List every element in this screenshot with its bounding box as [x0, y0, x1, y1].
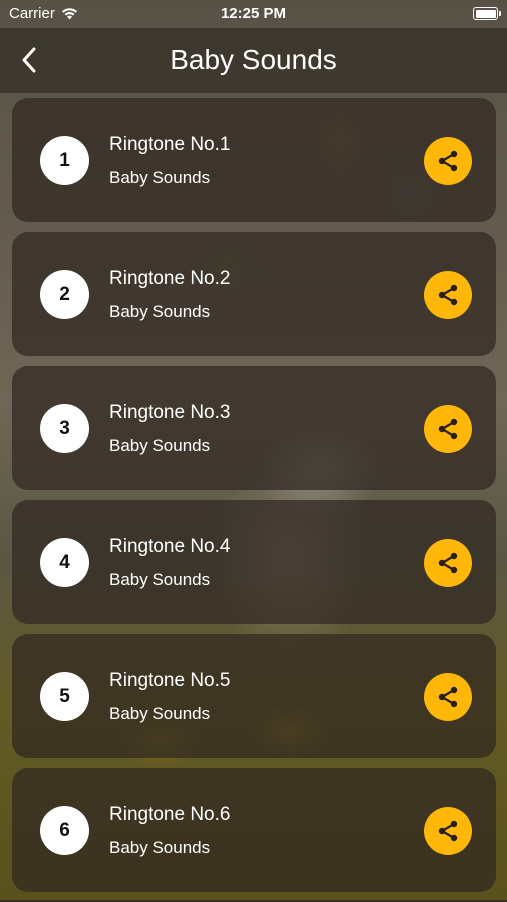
- share-button[interactable]: [424, 137, 472, 185]
- share-icon: [438, 686, 458, 708]
- ringtone-subtitle: Baby Sounds: [109, 302, 211, 321]
- ringtone-number: 1: [40, 136, 89, 185]
- ringtone-card[interactable]: 4 Ringtone No.4 Baby Sounds: [12, 500, 496, 624]
- share-button[interactable]: [424, 807, 472, 855]
- page-title: Baby Sounds: [170, 44, 337, 75]
- ringtone-card[interactable]: 3 Ringtone No.3 Baby Sounds: [12, 366, 496, 490]
- share-button[interactable]: [424, 405, 472, 453]
- ringtone-title: Ringtone No.1: [109, 134, 231, 155]
- ringtone-number: 5: [40, 672, 89, 721]
- status-bar: Carrier 12:25 PM: [0, 0, 507, 28]
- ringtone-card[interactable]: 2 Ringtone No.2 Baby Sounds: [12, 232, 496, 356]
- ringtone-subtitle: Baby Sounds: [109, 436, 211, 455]
- ringtone-list: 1 Ringtone No.1 Baby Sounds 2 Ringtone N…: [12, 98, 496, 902]
- ringtone-subtitle: Baby Sounds: [109, 570, 211, 589]
- ringtone-number: 3: [40, 404, 89, 453]
- ringtone-title: Ringtone No.4: [109, 536, 231, 557]
- ringtone-title: Ringtone No.5: [109, 670, 231, 691]
- ringtone-card[interactable]: 6 Ringtone No.6 Baby Sounds: [12, 768, 496, 892]
- share-icon: [438, 284, 458, 306]
- share-button[interactable]: [424, 539, 472, 587]
- status-time: 12:25 PM: [220, 5, 287, 22]
- share-button[interactable]: [424, 271, 472, 319]
- ringtone-subtitle: Baby Sounds: [109, 838, 211, 857]
- ringtone-number: 2: [40, 270, 89, 319]
- share-icon: [438, 418, 458, 440]
- ringtone-subtitle: Baby Sounds: [109, 704, 211, 723]
- ringtone-title: Ringtone No.2: [109, 268, 231, 289]
- ringtone-card[interactable]: 5 Ringtone No.5 Baby Sounds: [12, 634, 496, 758]
- ringtone-title: Ringtone No.3: [109, 402, 231, 423]
- ringtone-number: 6: [40, 806, 89, 855]
- share-icon: [438, 552, 458, 574]
- battery-icon: [473, 7, 501, 20]
- ringtone-title: Ringtone No.6: [109, 804, 231, 825]
- ringtone-number: 4: [40, 538, 89, 587]
- share-icon: [438, 150, 458, 172]
- share-button[interactable]: [424, 673, 472, 721]
- nav-bar: Baby Sounds: [0, 28, 507, 93]
- share-icon: [438, 820, 458, 842]
- ringtone-card[interactable]: 1 Ringtone No.1 Baby Sounds: [12, 98, 496, 222]
- ringtone-subtitle: Baby Sounds: [109, 168, 211, 187]
- battery-fill: [475, 9, 496, 18]
